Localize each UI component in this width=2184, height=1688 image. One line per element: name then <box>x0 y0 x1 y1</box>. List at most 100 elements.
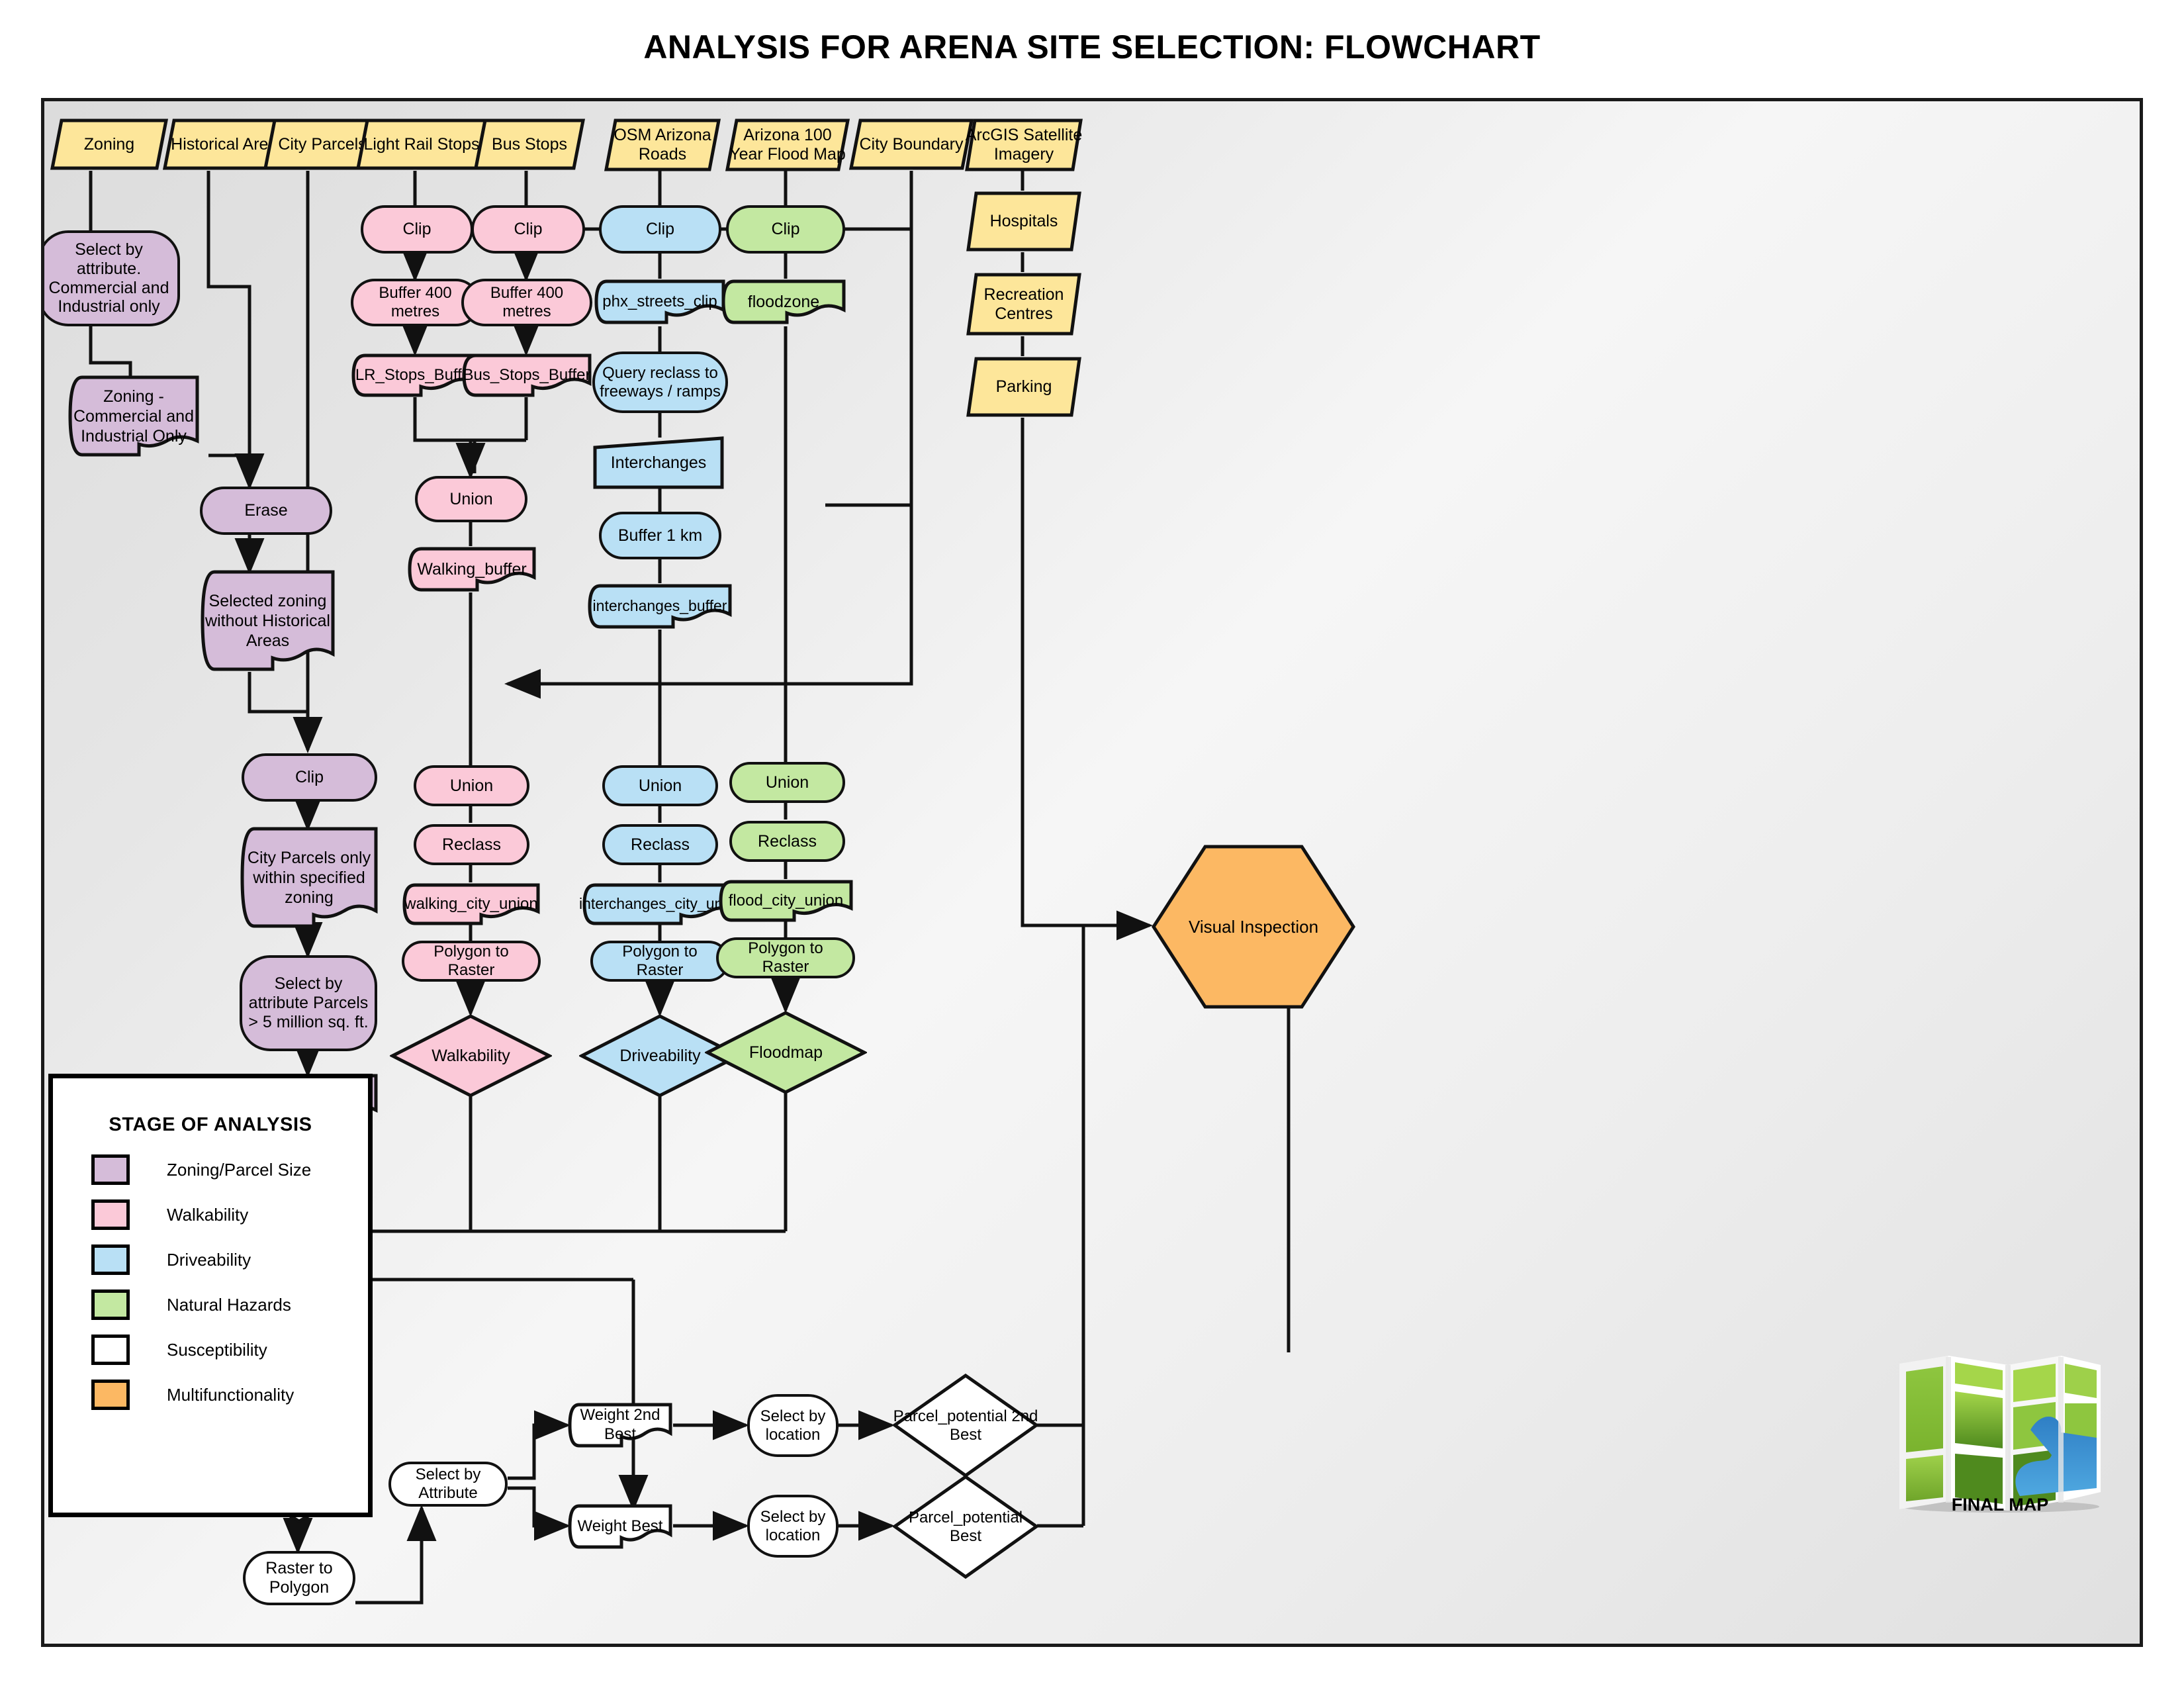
input-hospitals[interactable]: Hospitals <box>966 191 1082 252</box>
flood-city-union[interactable]: flood_city_union <box>718 879 854 923</box>
input-hospitals-label: Hospitals <box>989 212 1058 231</box>
input-osm-arizona-roads-label: OSM Arizona Roads <box>614 126 711 164</box>
walk-reclass[interactable]: Reclass <box>414 824 529 865</box>
legend-swatch-susceptibility <box>91 1335 130 1365</box>
input-zoning-label: Zoning <box>83 134 135 154</box>
final-map-caption: FINAL MAP <box>1951 1495 2049 1515</box>
legend-swatch-driveability <box>91 1244 130 1275</box>
flowchart-page: ANALYSIS FOR ARENA SITE SELECTION: FLOWC… <box>0 0 2184 1688</box>
input-arizona-flood-map[interactable]: Arizona 100 Year Flood Map <box>725 118 850 172</box>
visual-inspection[interactable]: Visual Inspection <box>1151 844 1356 1009</box>
legend-label-susceptibility: Susceptibility <box>167 1339 267 1360</box>
legend-item-susceptibility: Susceptibility <box>91 1335 368 1365</box>
phx-streets-clip[interactable]: phx_streets_clip <box>594 279 726 325</box>
legend-swatch-multifunctionality <box>91 1380 130 1410</box>
legend-swatch-zoning <box>91 1154 130 1185</box>
phx-streets-clip-label: phx_streets_clip <box>602 292 717 310</box>
visual-inspection-label: Visual Inspection <box>1188 916 1319 937</box>
interchanges-city-union[interactable]: interchanges_city_union <box>578 882 744 926</box>
city-parcels-within-zoning[interactable]: City Parcels only within specified zonin… <box>240 826 379 929</box>
walk-polygon-to-raster[interactable]: Polygon to Raster <box>402 941 541 982</box>
legend-label-multifunctionality: Multifunctionality <box>167 1384 295 1405</box>
legend-item-natural-hazards: Natural Hazards <box>91 1289 368 1320</box>
zoning-commercial-industrial-label: Zoning - Commercial and Industrial Only <box>73 387 194 445</box>
input-parking[interactable]: Parking <box>966 356 1082 418</box>
weight-2nd-best[interactable]: Weight 2nd Best <box>567 1402 673 1448</box>
buffer-1km[interactable]: Buffer 1 km <box>599 512 721 559</box>
walk-union-2[interactable]: Union <box>414 765 529 806</box>
zoning-commercial-industrial[interactable]: Zoning - Commercial and Industrial Only <box>68 375 200 457</box>
input-zoning[interactable]: Zoning <box>50 118 169 171</box>
walking-city-union-label: walking_city_union <box>404 894 538 913</box>
interchanges-city-union-label: interchanges_city_union <box>578 895 744 913</box>
legend-title: STAGE OF ANALYSIS <box>109 1114 312 1135</box>
input-light-rail-stops-label: Light Rail Stops <box>363 134 480 154</box>
floodmap-result[interactable]: Floodmap <box>705 1010 867 1095</box>
select-by-location-2nd[interactable]: Select by location <box>747 1394 839 1457</box>
input-arizona-flood-map-label: Arizona 100 Year Flood Map <box>729 126 846 164</box>
input-arcgis-satellite[interactable]: ArcGIS Satellite Imagery <box>964 118 1083 172</box>
parcel-potential-2nd-best[interactable]: Parcel_potential 2nd Best <box>893 1374 1038 1478</box>
input-bus-stops[interactable]: Bus Stops <box>473 118 586 171</box>
zoning-erase[interactable]: Erase <box>200 487 332 535</box>
input-parking-label: Parking <box>995 377 1052 397</box>
selected-zoning-no-historical[interactable]: Selected zoning without Historical Areas <box>200 569 336 672</box>
bus-buffer-400[interactable]: Buffer 400 metres <box>461 279 592 326</box>
input-city-boundary[interactable]: City Boundary <box>848 118 974 171</box>
legend-item-zoning: Zoning/Parcel Size <box>91 1154 368 1185</box>
input-arcgis-satellite-label: ArcGIS Satellite Imagery <box>965 126 1083 164</box>
bus-stops-buffer[interactable]: Bus_Stops_Buffer <box>461 353 592 398</box>
query-reclass-freeways[interactable]: Query reclass to freeways / ramps <box>592 352 728 413</box>
walking-city-union[interactable]: walking_city_union <box>402 882 541 926</box>
walking-buffer[interactable]: Walking_buffer <box>407 546 537 592</box>
lr-buffer-400[interactable]: Buffer 400 metres <box>351 279 480 326</box>
walkability-result[interactable]: Walkability <box>390 1013 552 1098</box>
legend-item-walkability: Walkability <box>91 1199 368 1230</box>
drive-polygon-to-raster[interactable]: Polygon to Raster <box>590 941 729 982</box>
interchanges-label: Interchanges <box>610 453 707 472</box>
bus-stops-buffer-label: Bus_Stops_Buffer <box>463 365 591 384</box>
legend-label-zoning: Zoning/Parcel Size <box>167 1159 312 1180</box>
drive-reclass[interactable]: Reclass <box>602 824 718 865</box>
zoning-clip[interactable]: Clip <box>242 753 377 802</box>
legend-label-walkability: Walkability <box>167 1204 249 1225</box>
flood-polygon-to-raster[interactable]: Polygon to Raster <box>716 937 855 978</box>
parcel-potential-best[interactable]: Parcel_potential Best <box>893 1475 1038 1579</box>
weight-best[interactable]: Weight Best <box>567 1503 673 1550</box>
select-by-location-best[interactable]: Select by location <box>747 1495 839 1558</box>
parcel-potential-best-label: Parcel_potential Best <box>908 1509 1023 1545</box>
legend-item-driveability: Driveability <box>91 1244 368 1275</box>
weight-2nd-best-label: Weight 2nd Best <box>580 1406 660 1443</box>
floodmap-result-label: Floodmap <box>749 1043 823 1062</box>
flood-union[interactable]: Union <box>729 762 845 803</box>
zoning-select-attribute[interactable]: Select by attribute. Commercial and Indu… <box>44 230 180 326</box>
city-parcels-within-zoning-label: City Parcels only within specified zonin… <box>247 848 371 907</box>
input-recreation-centres[interactable]: Recreation Centres <box>966 272 1082 336</box>
legend-panel: STAGE OF ANALYSIS Zoning/Parcel Size Wal… <box>48 1074 373 1517</box>
drive-clip[interactable]: Clip <box>599 205 721 254</box>
flood-city-union-label: flood_city_union <box>728 891 844 910</box>
input-light-rail-stops[interactable]: Light Rail Stops <box>355 118 488 171</box>
legend-label-natural-hazards: Natural Hazards <box>167 1294 291 1315</box>
selected-zoning-no-historical-label: Selected zoning without Historical Areas <box>205 591 330 650</box>
flood-clip[interactable]: Clip <box>726 205 845 254</box>
bus-clip[interactable]: Clip <box>471 205 585 254</box>
drive-union[interactable]: Union <box>602 765 718 806</box>
interchanges-buffer[interactable]: interchanges_buffer <box>587 583 733 630</box>
interchanges-buffer-label: interchanges_buffer <box>592 597 727 615</box>
flood-reclass[interactable]: Reclass <box>729 821 845 862</box>
walkability-result-label: Walkability <box>432 1046 510 1065</box>
select-by-attribute[interactable]: Select by Attribute <box>388 1462 508 1507</box>
legend-item-multifunctionality: Multifunctionality <box>91 1380 368 1410</box>
interchanges[interactable]: Interchanges <box>592 436 725 490</box>
input-osm-arizona-roads[interactable]: OSM Arizona Roads <box>604 118 721 172</box>
raster-to-polygon[interactable]: Raster to Polygon <box>243 1551 355 1605</box>
input-city-boundary-label: City Boundary <box>859 134 964 154</box>
lr-clip[interactable]: Clip <box>361 205 473 254</box>
floodzone[interactable]: floodzone <box>721 279 846 325</box>
walk-union-1[interactable]: Union <box>415 476 527 522</box>
legend-swatch-natural-hazards <box>91 1289 130 1320</box>
parcel-potential-2nd-best-label: Parcel_potential 2nd Best <box>893 1407 1038 1444</box>
select-attribute-parcels[interactable]: Select by attribute Parcels > 5 million … <box>240 955 377 1051</box>
legend-label-driveability: Driveability <box>167 1249 251 1270</box>
